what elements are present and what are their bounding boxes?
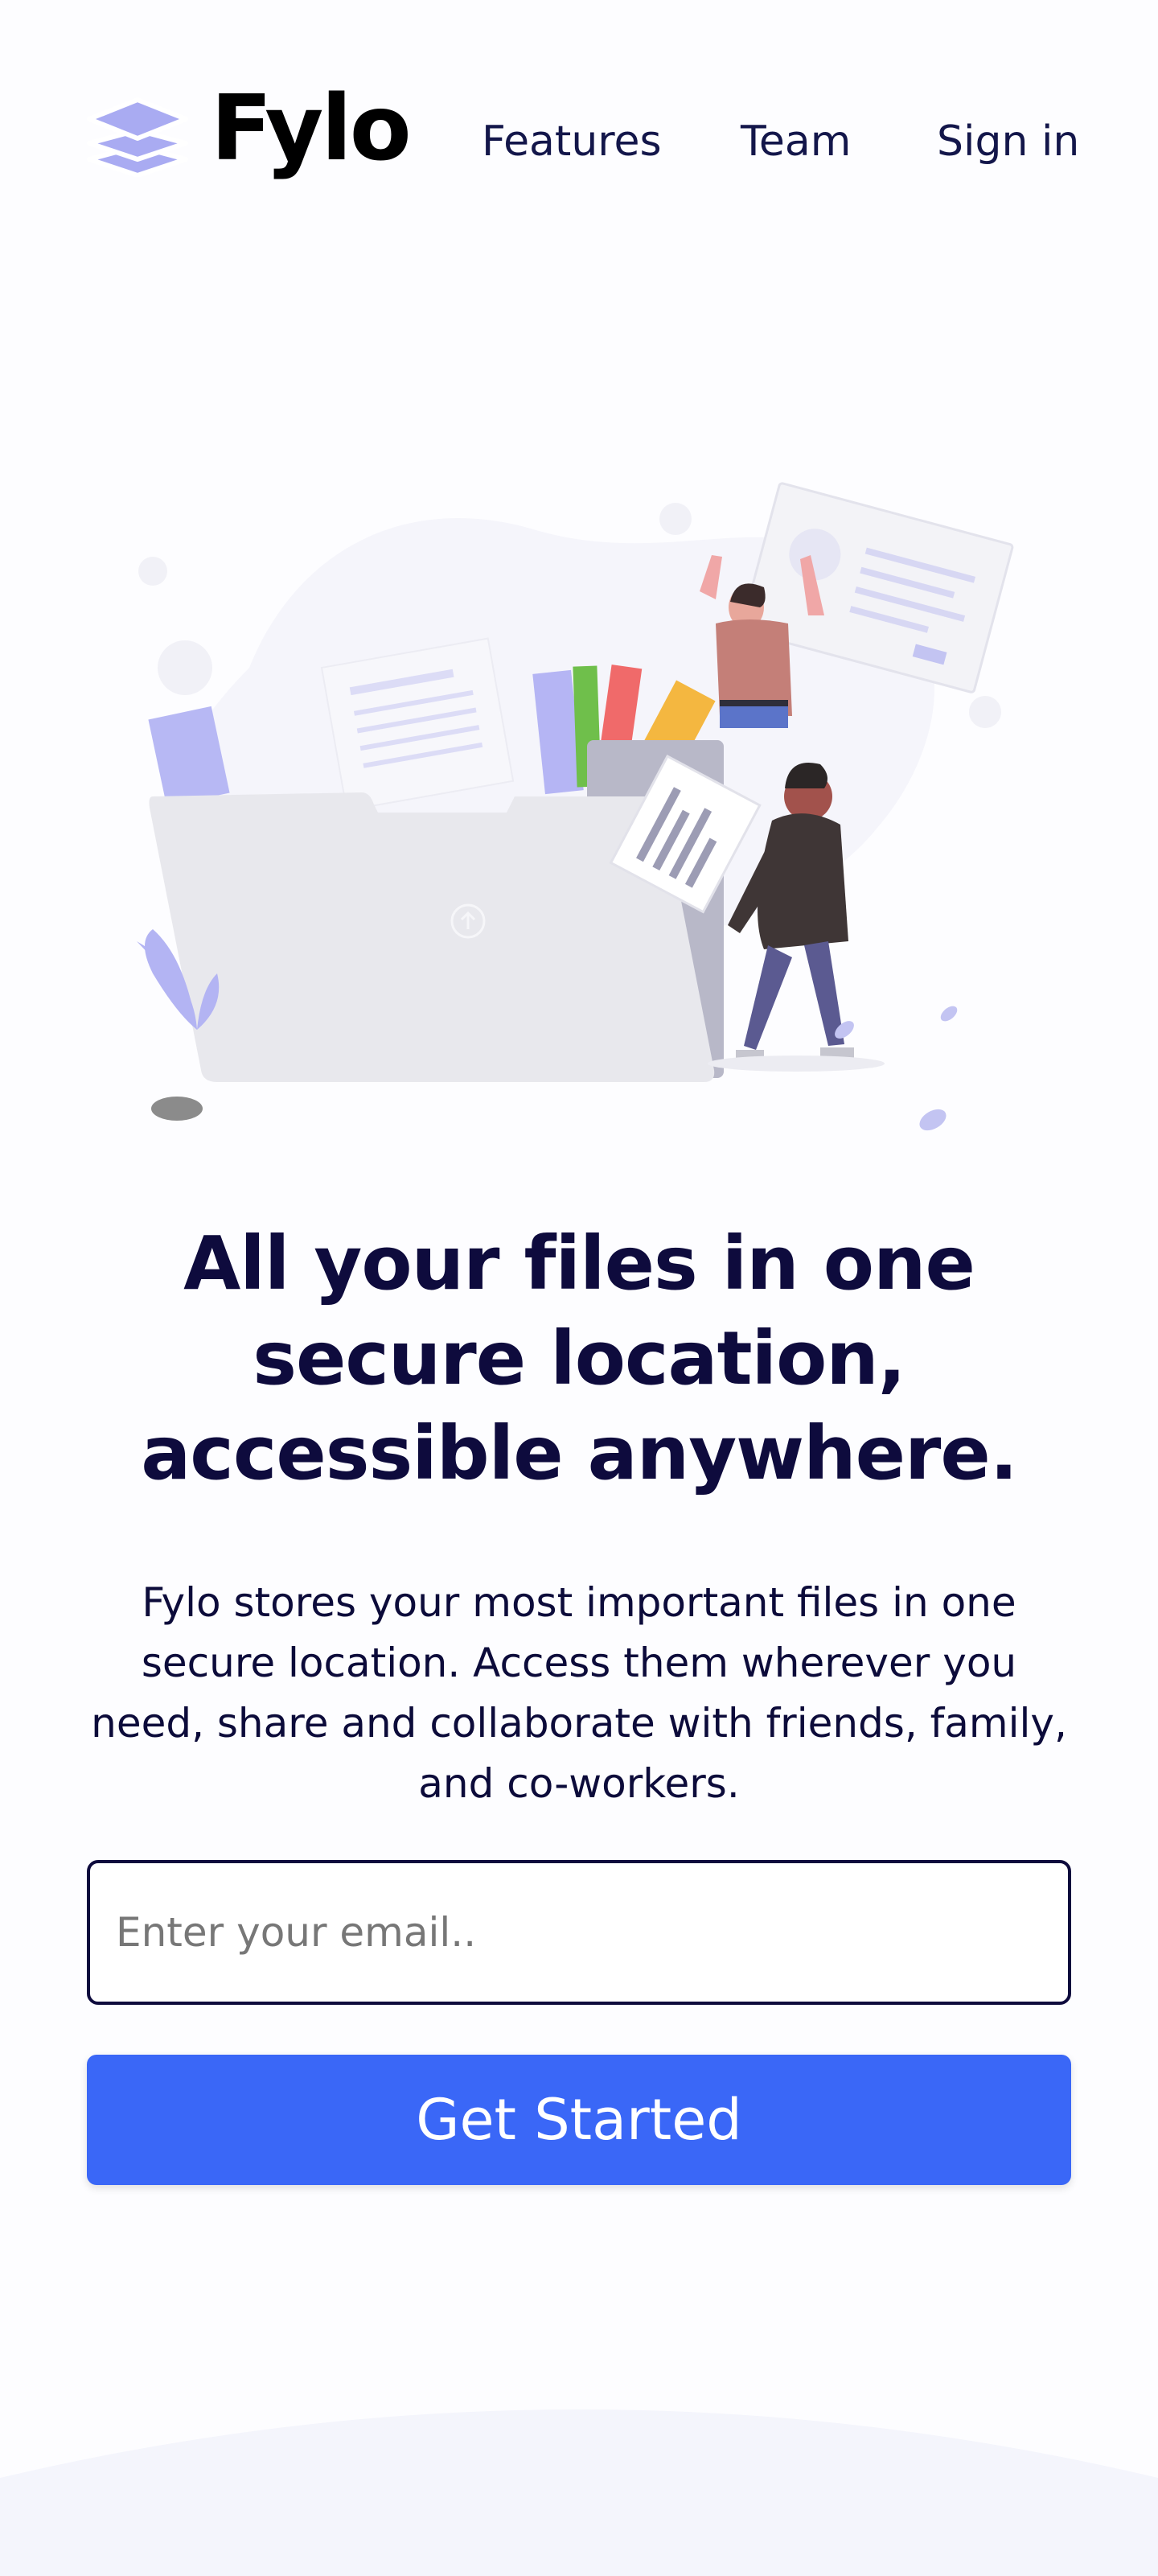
bottom-wave-decoration bbox=[0, 2409, 1158, 2576]
description-line: need, share and collaborate with friends… bbox=[91, 1700, 1067, 1747]
site-header: Fylo Features Team Sign in bbox=[85, 80, 1079, 183]
leaf-decoration bbox=[940, 1006, 958, 1022]
headline-line: accessible anywhere. bbox=[141, 1410, 1018, 1496]
get-started-button[interactable]: Get Started bbox=[87, 2055, 1071, 2185]
nav-link-sign-in[interactable]: Sign in bbox=[937, 117, 1079, 166]
files-folder-illustration bbox=[137, 482, 1014, 1131]
decor-dot bbox=[659, 503, 692, 535]
brand-logo[interactable]: Fylo bbox=[85, 80, 412, 183]
description-line: secure location. Access them wherever yo… bbox=[141, 1640, 1017, 1686]
decor-dot bbox=[158, 640, 212, 695]
email-input[interactable] bbox=[87, 1860, 1071, 2005]
stacked-layers-icon bbox=[87, 97, 188, 177]
hero-headline: All your files in one secure location, a… bbox=[96, 1216, 1062, 1501]
nav-link-team[interactable]: Team bbox=[741, 117, 851, 166]
hero-description: Fylo stores your most important files in… bbox=[80, 1573, 1078, 1814]
brand-name: Fylo bbox=[211, 76, 412, 181]
description-line: Fylo stores your most important files in… bbox=[142, 1579, 1016, 1626]
headline-line: All your files in one bbox=[183, 1220, 975, 1307]
decor-dot bbox=[969, 696, 1001, 728]
description-line: and co-workers. bbox=[418, 1760, 740, 1807]
decor-dot bbox=[138, 557, 167, 586]
paper-sheet bbox=[320, 637, 515, 812]
nav-link-features[interactable]: Features bbox=[482, 117, 662, 166]
leaf-decoration bbox=[919, 1109, 947, 1131]
headline-line: secure location, bbox=[253, 1315, 906, 1401]
landing-page: Fylo Features Team Sign in All your file… bbox=[0, 0, 1158, 2576]
